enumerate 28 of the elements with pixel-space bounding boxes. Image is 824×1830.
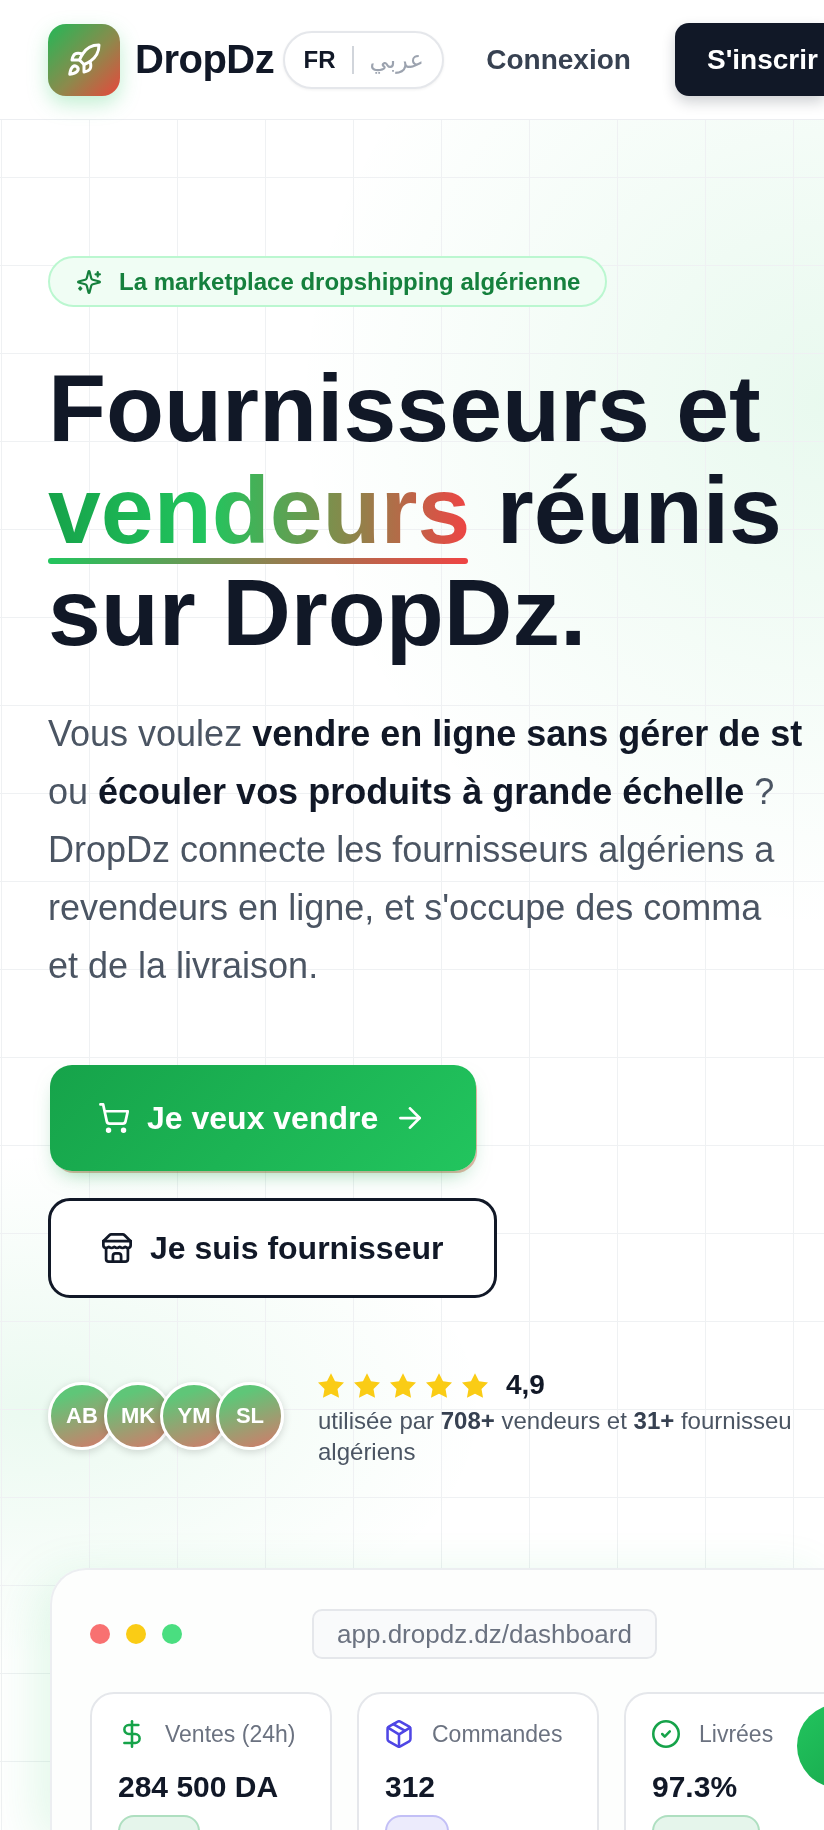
stat-value: 284 500 DA	[118, 1769, 280, 1805]
stat-value: 312	[385, 1769, 437, 1805]
login-link[interactable]: Connexion	[486, 43, 631, 76]
stat-label: Livrées	[699, 1720, 774, 1748]
star-icon	[426, 1372, 452, 1398]
signup-button[interactable]: S'inscrir	[675, 23, 824, 96]
stat-value: 97.3%	[652, 1769, 739, 1805]
star-icon	[390, 1372, 416, 1398]
star-icon	[462, 1372, 488, 1398]
star-icon	[318, 1372, 344, 1398]
store-icon	[102, 1233, 132, 1263]
supplier-button[interactable]: Je suis fournisseur	[48, 1198, 498, 1298]
cart-icon	[99, 1103, 129, 1133]
stat-label: Commandes	[432, 1720, 563, 1748]
usage-text: utilisée par 708+ vendeurs et 31+ fournisseu algériens	[318, 1406, 792, 1467]
rating-value: 4,9	[506, 1369, 545, 1401]
brand-name: DropDz	[135, 37, 275, 82]
headline: Fournisseurs et vendeurs réunis sur DropDz.	[48, 357, 783, 663]
star-icon	[354, 1372, 380, 1398]
address-bar: app.dropdz.dz/dashboard	[312, 1609, 657, 1659]
arrow-right-icon	[399, 1107, 422, 1129]
stat-label: Ventes (24h)	[165, 1720, 296, 1748]
intro-paragraph: Vous voulez vendre en ligne sans gérer de st ou écouler vos produits à grande échelle ? DropDz connecte les fournisseurs algériens a revendeurs en ligne, et s'occupe des comma et de la livraison.	[48, 712, 803, 988]
avatar: SL	[216, 1382, 284, 1450]
language-option[interactable]: FR	[303, 44, 336, 75]
sparkle-icon	[77, 269, 101, 294]
rocket-logo-icon[interactable]	[48, 23, 120, 96]
tagline-text: La marketplace dropshipping algérienne	[119, 267, 581, 296]
